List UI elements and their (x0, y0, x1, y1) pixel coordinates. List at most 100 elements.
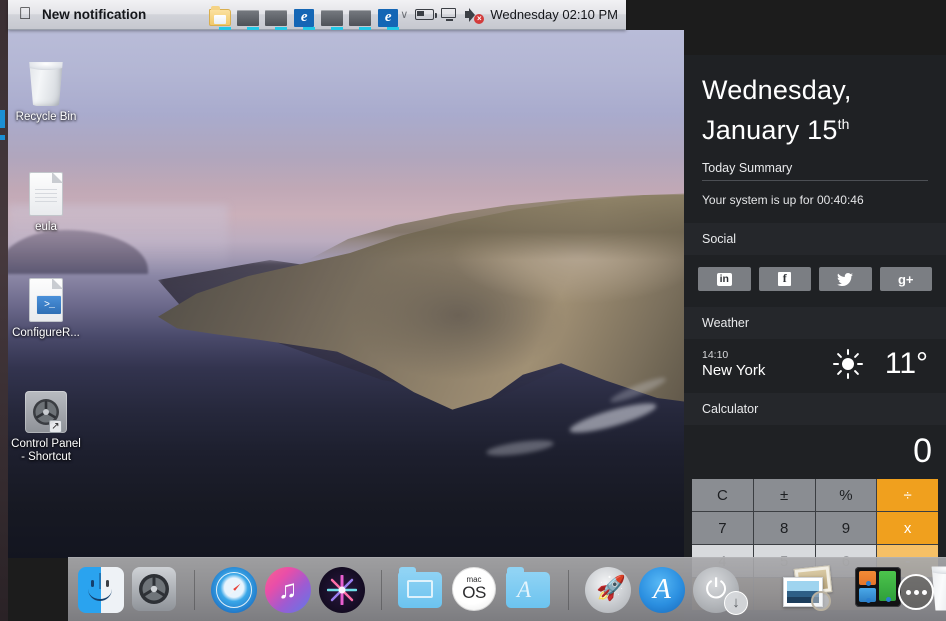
control-panel-label-line1: Control Panel (11, 438, 81, 450)
sun-icon (832, 349, 863, 379)
dock-item-displays[interactable] (855, 566, 901, 613)
dock-item-app-store[interactable]: A (639, 566, 685, 613)
edge-icon: e (378, 8, 399, 27)
dot-2 (913, 589, 919, 595)
calc-key-9[interactable]: 9 (815, 512, 877, 544)
social-buttons-row: in f g+ (684, 255, 946, 307)
recycle-bin-icon (0, 56, 92, 106)
desktop-icon-label: Recycle Bin (15, 111, 77, 123)
linkedin-button[interactable]: in (698, 267, 751, 291)
dock-separator-2 (381, 569, 382, 610)
volume-muted-icon[interactable]: × (465, 7, 485, 24)
siri-icon (319, 566, 365, 613)
dock-item-finder[interactable] (78, 566, 124, 613)
dock-item-power[interactable]: ⏻ ↓ (693, 566, 748, 615)
weather-temperature: 11° (884, 347, 928, 380)
dock-item-documents-folder[interactable] (398, 566, 444, 613)
rocket-icon: 🚀 (585, 566, 631, 613)
calc-key-multiply[interactable]: x (877, 512, 938, 544)
sidebar-date: Wednesday, January 15th (684, 55, 946, 153)
compass-needle-glyph (227, 583, 241, 596)
finder-icon (78, 566, 124, 613)
music-note-icon: ♫ (265, 566, 311, 613)
taskbar-app-buttons: e e (208, 0, 400, 30)
desktop-icon-recycle-bin[interactable]: Recycle Bin (0, 56, 92, 124)
control-panel-gear-icon: ↗ (0, 383, 92, 433)
calc-key-8[interactable]: 8 (753, 512, 815, 544)
dot-3 (921, 589, 927, 595)
twitter-bird-icon (837, 272, 854, 286)
weather-time: 14:10 (702, 349, 729, 361)
social-heading: Social (684, 223, 946, 255)
edge-icon: e (294, 8, 315, 27)
mute-mark: × (474, 13, 485, 24)
dock-item-music[interactable]: ♫ (265, 566, 311, 613)
uptime-text: Your system is up for 00:40:46 (702, 193, 864, 207)
taskbar-app-edge-2[interactable]: e (376, 7, 400, 30)
taskbar-system-tray: ∨ × Wednesday 02:10 PM (400, 7, 626, 24)
calc-key-plusminus[interactable]: ± (753, 479, 815, 511)
dock-item-siri[interactable] (319, 566, 365, 613)
desktop-screen: Recycle Bin eula >_ ConfigureR... ↗ Cont… (0, 0, 946, 621)
desktop-icon-control-panel[interactable]: ↗ Control Panel - Shortcut (0, 383, 92, 464)
taskbar-app-window-2[interactable] (264, 7, 288, 30)
dock-item-macos-installer[interactable]: mac OS (452, 566, 498, 613)
macos-disc-line2: OS (462, 582, 486, 602)
dock-item-safari[interactable] (211, 566, 257, 613)
taskbar-app-edge-1[interactable]: e (292, 7, 316, 30)
taskbar-app-file-explorer[interactable] (208, 6, 232, 30)
facebook-icon: f (778, 272, 792, 286)
powershell-script-icon: >_ (0, 272, 92, 322)
twitter-button[interactable] (819, 267, 872, 291)
notification-title: New notification (42, 7, 147, 22)
taskbar-app-window-4[interactable] (348, 7, 372, 30)
battery-icon[interactable] (415, 9, 438, 20)
sidebar-date-line1: Wednesday, (702, 75, 852, 105)
siri-star-glyph (327, 574, 357, 605)
facebook-button[interactable]: f (758, 267, 811, 291)
powershell-badge: >_ (36, 295, 62, 315)
network-monitor-icon[interactable] (441, 8, 458, 21)
taskbar-app-window-1[interactable] (236, 7, 260, 30)
calc-key-clear[interactable]: C (692, 479, 753, 511)
document-icon (0, 166, 92, 216)
today-summary-heading: Today Summary (702, 161, 793, 175)
dock-item-system-preferences[interactable] (132, 566, 178, 613)
taskbar-app-window-3[interactable] (320, 7, 344, 30)
desktop-wallpaper (8, 30, 684, 558)
weather-row[interactable]: 14:10 New York 11° (684, 339, 946, 393)
google-plus-icon: g+ (897, 271, 914, 287)
desktop-icon-configure-rm[interactable]: >_ ConfigureR... (0, 272, 92, 340)
linkedin-icon: in (716, 272, 732, 286)
displays-icon (855, 566, 901, 607)
weather-city: New York (702, 362, 766, 379)
wallpaper-surf-1 (567, 397, 659, 439)
desktop-icon-label: ConfigureR... (12, 327, 80, 339)
apple-logo-icon[interactable]:  (8, 5, 42, 24)
app-store-icon: A (639, 566, 685, 613)
google-plus-button[interactable]: g+ (879, 267, 932, 291)
compass-icon (211, 566, 257, 613)
weather-heading: Weather (684, 307, 946, 339)
download-badge-icon[interactable]: ↓ (724, 590, 748, 615)
dock-separator-1 (194, 569, 195, 610)
chevron-down-icon[interactable]: ∨ (400, 8, 408, 21)
calc-key-percent[interactable]: % (815, 479, 877, 511)
wallpaper-surf-2 (485, 437, 555, 459)
dock-item-launchpad[interactable]: 🚀 (585, 566, 631, 613)
dock-item-photos[interactable] (781, 564, 833, 613)
dock-item-applications-folder[interactable]: A (506, 566, 552, 613)
edge-tab-lower (0, 135, 5, 140)
gear-glyph (139, 573, 169, 604)
calculator-display: 0 (913, 432, 932, 470)
more-options-button[interactable] (898, 574, 934, 610)
calc-key-7[interactable]: 7 (692, 512, 753, 544)
folder-icon (398, 566, 442, 608)
sidebar-date-line2-wrap: January 15th (702, 107, 928, 147)
taskbar-clock[interactable]: Wednesday 02:10 PM (490, 7, 618, 22)
calc-key-divide[interactable]: ÷ (877, 479, 938, 511)
desktop-icon-eula[interactable]: eula (0, 166, 92, 234)
shortcut-arrow-icon: ↗ (49, 420, 62, 433)
gear-icon (132, 566, 176, 611)
dock-separator-3 (568, 569, 569, 610)
